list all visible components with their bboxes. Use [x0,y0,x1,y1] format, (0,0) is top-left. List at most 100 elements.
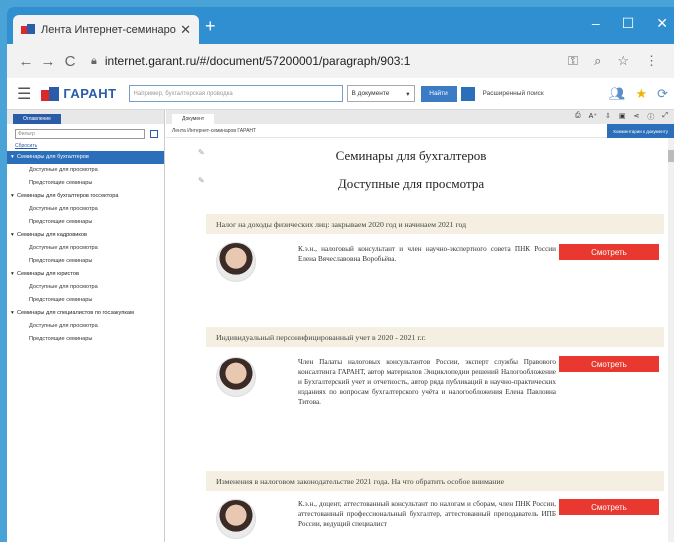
share-icon[interactable]: ⋖ [634,112,640,122]
tree-label: Предстоящие семинары [29,336,93,342]
expand-icon[interactable]: ⤢ [662,112,668,122]
tree-label: Семинары для кадровиков [17,232,87,238]
tree-label: Семинары для юристов [17,271,79,277]
save-icon[interactable]: ▣ [619,112,626,122]
tree-label: Доступные для просмотра [29,245,98,251]
tree-subitem[interactable]: Доступные для просмотра [7,164,164,177]
reset-filter-link[interactable]: Сбросить [7,141,164,151]
seminar-description: К.э.н., доцент, аттестованный консультан… [298,500,556,528]
tree-label: Семинары для бухгалтеров [17,154,89,160]
logo-text: ГАРАНТ [63,86,117,101]
address-bar: ← → C 🔒︎ internet.garant.ru/#/document/5… [7,44,674,78]
window-controls: – ☐ ✕ [592,15,668,32]
tree-section[interactable]: ▾ Семинары для бухгалтеров [7,151,164,164]
breadcrumb: Лента Интернет-семинаров ГАРАНТ Коммента… [166,124,674,138]
comments-strip[interactable]: Комментарии к документу [607,124,674,138]
tab-contents[interactable]: Оглавление [13,114,61,124]
tree-subitem[interactable]: Предстоящие семинары [7,333,164,346]
document-content: ✎ Семинары для бухгалтеров ✎ Доступные д… [166,138,674,542]
bookmark-star-icon[interactable]: ☆ [617,53,629,69]
title-bar: Лента Интернет-семинаров ГАРАНТ ✕ + – ☐ … [7,7,674,44]
left-tabs: Оглавление [7,110,164,124]
tab-document[interactable]: Документ [172,114,215,124]
tree-section[interactable]: ▾ Семинары для кадровиков [7,229,164,242]
filter-apply-icon[interactable] [150,130,158,138]
filter-input[interactable]: Фильтр [15,129,145,139]
tree-section[interactable]: ▾ Семинары для специалистов по госзакупка… [7,307,164,320]
tree-subitem[interactable]: Доступные для просмотра [7,203,164,216]
tree-label: Предстоящие семинары [29,258,93,264]
tree-subitem[interactable]: Доступные для просмотра [7,281,164,294]
seminar-title[interactable]: Налог на доходы физических лиц: закрывае… [206,214,664,234]
search-input[interactable]: Например, бухгалтерская проводка [128,85,343,102]
document-panel: Документ ⎙ A⁺ ⇩ ▣ ⋖ ⓘ ⤢ Лента Интернет-с… [166,110,674,542]
key-icon[interactable]: ⚿ [568,53,578,69]
close-tab-icon[interactable]: ✕ [180,22,191,38]
favorites-star-icon[interactable]: ★ [635,86,647,102]
tree-label: Доступные для просмотра [29,206,98,212]
print-icon[interactable]: ⎙ [575,112,581,122]
seminar-title[interactable]: Изменения в налоговом законодательстве 2… [206,471,664,491]
hamburger-menu-icon[interactable]: ☰ [17,84,31,104]
menu-dots-icon[interactable]: ⋮ [645,53,658,69]
speaker-avatar [216,499,256,539]
url-field[interactable]: internet.garant.ru/#/document/57200001/p… [105,54,568,68]
toolbar-right-icons: 👥︎ ★ ⟳ [609,86,674,102]
reload-button[interactable]: C [59,53,81,70]
minimize-button[interactable]: – [592,15,600,32]
scrollbar-thumb[interactable] [668,150,674,162]
breadcrumb-text[interactable]: Лента Интернет-семинаров ГАРАНТ [172,128,256,134]
tree-label: Доступные для просмотра [29,284,98,290]
tab-title: Лента Интернет-семинаров ГАРАНТ [41,23,177,36]
browser-window: Лента Интернет-семинаров ГАРАНТ ✕ + – ☐ … [7,7,674,542]
tree-subitem[interactable]: Доступные для просмотра [7,242,164,255]
tree-label: Предстоящие семинары [29,297,93,303]
tree-section[interactable]: ▾ Семинары для юристов [7,268,164,281]
garant-favicon-icon [21,23,35,36]
speaker-avatar [216,242,256,282]
tree-label: Семинары для бухгалтеров госсектора [17,193,119,199]
find-button[interactable]: Найти [420,85,457,102]
new-tab-button[interactable]: + [205,17,216,35]
tree-subitem[interactable]: Предстоящие семинары [7,216,164,229]
tree-subitem[interactable]: Предстоящие семинары [7,177,164,190]
tree-label: Предстоящие семинары [29,180,93,186]
watch-button[interactable]: Смотреть [559,244,659,260]
font-size-icon[interactable]: A⁺ [589,112,597,122]
forward-button[interactable]: → [37,53,59,70]
maximize-button[interactable]: ☐ [622,15,635,32]
tree-subitem[interactable]: Предстоящие семинары [7,255,164,268]
tree-label: Доступные для просмотра [29,167,98,173]
address-icons: ⚿ ⌕ ☆ ⋮ [568,53,658,69]
garant-logo-mark-icon [41,86,60,101]
search-options-button[interactable] [460,86,475,101]
close-window-button[interactable]: ✕ [656,15,668,32]
document-tools: ⎙ A⁺ ⇩ ▣ ⋖ ⓘ ⤢ [575,112,668,122]
search-scope-select[interactable]: В документе ▾ [346,85,415,102]
zoom-icon[interactable]: ⌕ [594,53,601,69]
tree-subitem[interactable]: Доступные для просмотра [7,320,164,333]
filter-row: Фильтр [7,124,164,141]
contents-panel: Оглавление Фильтр Сбросить ▾ Семинары для… [7,110,165,542]
tree-subitem[interactable]: Предстоящие семинары [7,294,164,307]
tree-label: Семинары для специалистов по госзакупкам [17,310,134,316]
seminar-title[interactable]: Индивидуальный персонифицированный учет … [206,327,664,347]
garant-logo[interactable]: ГАРАНТ [41,86,116,101]
users-icon[interactable]: 👥︎ [609,86,626,102]
tree-section[interactable]: ▾ Семинары для бухгалтеров госсектора [7,190,164,203]
seminar-description: К.э.н., налоговый консультант и член нау… [298,245,556,263]
advanced-search-link[interactable]: Расширенный поиск [483,90,544,97]
watch-button[interactable]: Смотреть [559,499,659,515]
tree-label: Предстоящие семинары [29,219,93,225]
vertical-scrollbar[interactable] [668,138,674,542]
history-icon[interactable]: ⟳ [657,86,668,102]
watch-button[interactable]: Смотреть [559,356,659,372]
chevron-down-icon: ▾ [406,90,410,98]
tree-label: Доступные для просмотра [29,323,98,329]
browser-tab[interactable]: Лента Интернет-семинаров ГАРАНТ ✕ [13,15,199,44]
document-tabs: Документ ⎙ A⁺ ⇩ ▣ ⋖ ⓘ ⤢ [166,110,674,124]
export-icon[interactable]: ⇩ [605,112,611,122]
back-button[interactable]: ← [15,53,37,70]
speaker-avatar [216,357,256,397]
info-icon[interactable]: ⓘ [647,112,654,122]
